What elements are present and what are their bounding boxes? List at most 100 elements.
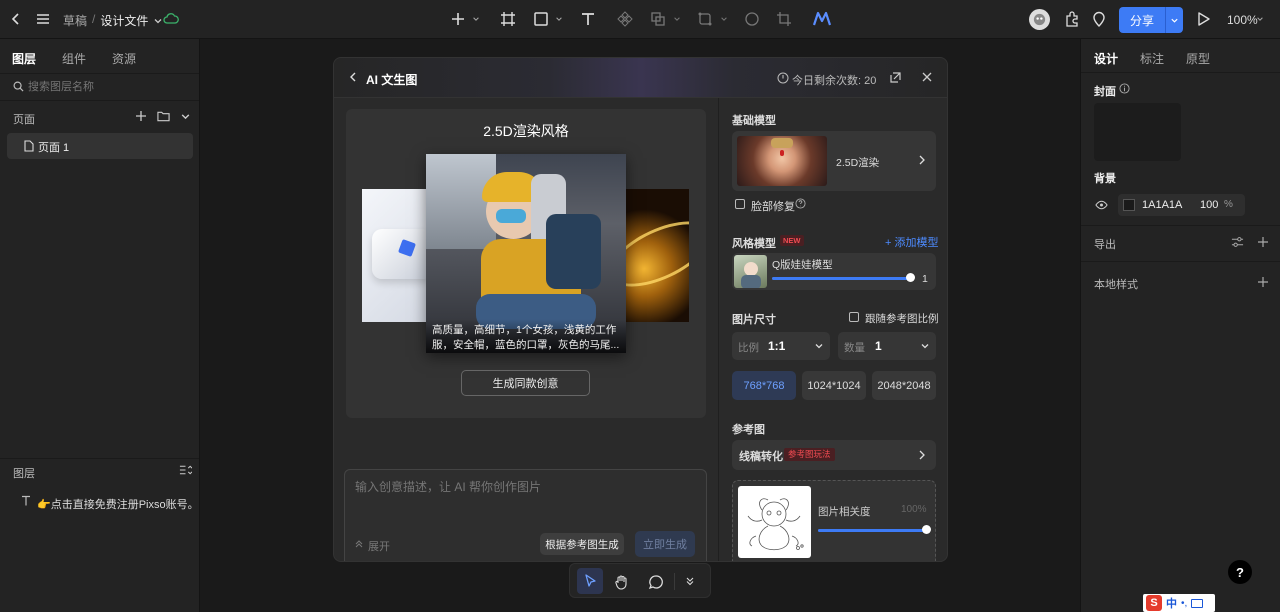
zoom-level[interactable]: 100% <box>1227 13 1258 27</box>
component-icon[interactable] <box>617 11 633 27</box>
move-tool-button[interactable] <box>577 568 603 594</box>
follow-ratio-checkbox[interactable] <box>849 312 859 322</box>
tab-prototype[interactable]: 原型 <box>1186 50 1210 67</box>
local-style-label: 本地样式 <box>1094 279 1138 291</box>
share-button[interactable]: 分享 <box>1119 7 1183 33</box>
style-model-thumbnail <box>734 255 767 288</box>
generate-now-button[interactable]: 立即生成 <box>635 531 695 557</box>
comment-icon[interactable] <box>648 574 664 590</box>
chevron-down-icon[interactable] <box>1166 16 1183 25</box>
ratio-select[interactable]: 比例 1:1 <box>732 332 830 360</box>
tab-design[interactable]: 设计 <box>1094 50 1118 67</box>
back-icon[interactable] <box>347 71 359 83</box>
frame-icon[interactable] <box>500 11 516 27</box>
chevron-down-icon[interactable] <box>673 15 681 23</box>
ref-image-area[interactable]: 图片相关度 100% <box>732 480 936 561</box>
size-option-768[interactable]: 768*768 <box>732 371 796 400</box>
chevron-down-icon[interactable] <box>1256 15 1264 23</box>
bg-opacity[interactable]: 100 <box>1200 199 1218 211</box>
location-icon[interactable] <box>1091 11 1107 27</box>
generate-same-button[interactable]: 生成同款创意 <box>461 370 590 396</box>
add-export-icon[interactable] <box>1257 236 1269 248</box>
chevron-down-icon[interactable] <box>472 15 480 23</box>
add-page-icon[interactable] <box>135 110 147 122</box>
page-icon <box>24 140 34 152</box>
preview-title: 2.5D渲染风格 <box>483 123 569 139</box>
chevron-down-icon[interactable] <box>180 111 191 122</box>
avatar[interactable] <box>1029 9 1050 30</box>
ref-mode-select[interactable]: 线稿转化 参考图玩法 <box>732 440 936 470</box>
tab-layers[interactable]: 图层 <box>12 50 36 67</box>
hand-icon[interactable] <box>614 574 630 590</box>
sample-image-left[interactable] <box>362 189 427 322</box>
size-option-1024[interactable]: 1024*1024 <box>802 371 866 400</box>
boolean-icon[interactable] <box>650 11 666 27</box>
sample-image-main[interactable]: 高质量，高细节，1个女孩，浅黄的工作服，安全帽，蓝色的口罩，灰色的马尾... <box>426 154 626 353</box>
tab-assets[interactable]: 资源 <box>112 50 136 67</box>
base-model-name: 2.5D渲染 <box>836 157 880 169</box>
settings-sliders-icon[interactable] <box>1231 236 1244 248</box>
style-model-slider-knob[interactable] <box>906 273 915 282</box>
circle-icon[interactable] <box>744 11 760 27</box>
plugin-icon[interactable] <box>1064 11 1080 27</box>
breadcrumb-file[interactable]: 设计文件 <box>100 12 148 29</box>
ai-logo-icon[interactable] <box>813 11 831 27</box>
follow-ratio-label: 跟随参考图比例 <box>865 313 939 325</box>
layer-item[interactable]: 👉点击直接免费注册Pixso账号。 <box>0 491 199 513</box>
count-select[interactable]: 数量 1 <box>838 332 936 360</box>
chevron-down-icon[interactable] <box>153 12 163 29</box>
add-style-icon[interactable] <box>1257 276 1269 288</box>
background-color-field[interactable]: 1A1A1A 100 % <box>1118 194 1245 216</box>
style-model-item: Q版娃娃模型 1 <box>732 253 936 290</box>
tab-components[interactable]: 组件 <box>62 50 86 67</box>
add-model-link[interactable]: + 添加模型 <box>885 234 938 250</box>
breadcrumb-parent[interactable]: 草稿 <box>63 12 87 29</box>
add-icon[interactable] <box>450 11 466 27</box>
close-icon[interactable] <box>921 71 933 83</box>
tab-annotate[interactable]: 标注 <box>1140 50 1164 67</box>
folder-icon[interactable] <box>157 110 170 122</box>
help-button[interactable]: ? <box>1228 560 1252 584</box>
chevron-down-icon <box>814 341 824 351</box>
chevron-double-down-icon[interactable] <box>685 576 695 586</box>
cover-thumbnail[interactable] <box>1094 103 1181 161</box>
bg-opacity-unit: % <box>1224 199 1233 210</box>
expand-label[interactable]: 展开 <box>368 538 390 554</box>
expand-icon[interactable] <box>354 539 364 549</box>
ref-generate-button[interactable]: 根据参考图生成 <box>540 533 624 555</box>
menu-icon[interactable] <box>35 11 51 27</box>
open-external-icon[interactable] <box>889 71 902 84</box>
bottom-toolbar <box>569 563 711 598</box>
breadcrumb: 草稿 / 设计文件 <box>63 12 163 29</box>
sort-icon[interactable] <box>179 464 192 476</box>
crop-icon[interactable] <box>776 11 792 27</box>
ime-indicator[interactable]: S 中 •, <box>1143 594 1215 612</box>
base-model-label: 基础模型 <box>732 115 776 127</box>
chevron-down-icon[interactable] <box>720 15 728 23</box>
layer-search-input[interactable] <box>28 78 188 96</box>
text-tool-icon[interactable] <box>580 11 596 27</box>
play-icon[interactable] <box>1195 11 1211 27</box>
mask-icon[interactable] <box>697 11 713 27</box>
back-icon[interactable] <box>8 11 24 27</box>
sample-image-right[interactable] <box>625 189 689 322</box>
cover-label: 封面 <box>1094 86 1116 98</box>
similarity-slider-knob[interactable] <box>922 525 931 534</box>
chevron-down-icon[interactable] <box>555 15 563 23</box>
breadcrumb-separator: / <box>92 12 96 26</box>
color-swatch[interactable] <box>1123 199 1135 211</box>
size-option-2048[interactable]: 2048*2048 <box>872 371 936 400</box>
base-model-thumbnail <box>737 136 827 186</box>
page-item[interactable]: 页面 1 <box>7 133 193 159</box>
rectangle-icon[interactable] <box>533 11 549 27</box>
prompt-input[interactable] <box>355 478 695 518</box>
similarity-slider[interactable] <box>818 529 926 532</box>
help-circle-icon[interactable] <box>795 198 806 209</box>
face-fix-checkbox[interactable] <box>735 199 745 209</box>
base-model-select[interactable]: 2.5D渲染 <box>732 131 936 191</box>
bg-hex[interactable]: 1A1A1A <box>1142 199 1182 211</box>
style-model-slider-fill <box>772 277 910 280</box>
ref-image-thumbnail[interactable] <box>738 486 811 558</box>
style-model-slider[interactable] <box>772 277 910 280</box>
eye-icon[interactable] <box>1095 200 1108 210</box>
